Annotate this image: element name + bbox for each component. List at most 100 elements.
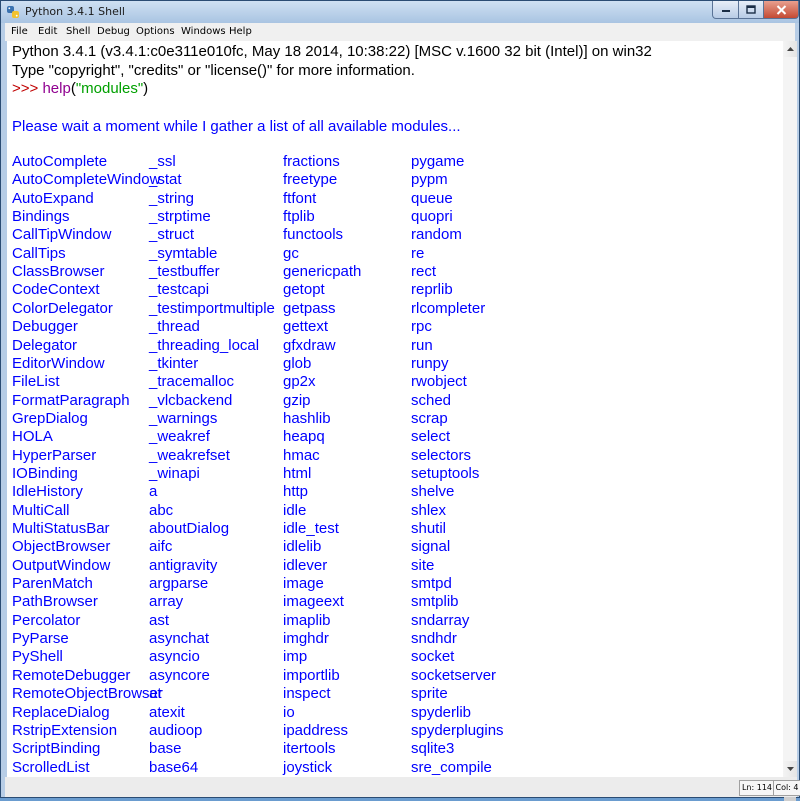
module-name: AutoComplete <box>12 153 108 170</box>
module-name: audioop <box>149 721 203 739</box>
module-name: queue <box>411 189 453 207</box>
module-name: IdleHistory <box>12 483 83 501</box>
menu-help[interactable]: Help <box>229 26 252 37</box>
module-name: signal <box>411 538 451 556</box>
module-name: FileList <box>12 373 60 391</box>
module-name: selectors <box>411 446 472 464</box>
module-name: antigravity <box>149 556 218 574</box>
module-name: ipaddress <box>283 721 349 739</box>
module-name: _thread <box>149 318 200 336</box>
line-number-indicator: Ln: 114 <box>739 780 775 796</box>
module-name: ast <box>149 611 170 629</box>
scroll-down-icon <box>786 767 794 771</box>
module-name: asyncio <box>149 648 200 666</box>
menu-file[interactable]: File <box>11 26 28 37</box>
module-name: EditorWindow <box>12 354 105 372</box>
module-name: reprlib <box>411 281 453 299</box>
module-name: scrap <box>411 409 448 427</box>
module-name: sndhdr <box>411 630 457 648</box>
module-name: quopri <box>411 208 453 226</box>
module-name: ObjectBrowser <box>12 538 111 556</box>
menu-shell[interactable]: Shell <box>66 26 90 37</box>
module-name: CodeContext <box>12 281 100 299</box>
minimize-button[interactable] <box>712 1 739 19</box>
module-name: _stat <box>149 171 182 189</box>
title-bar[interactable]: Python 3.4.1 Shell <box>1 1 799 23</box>
module-name: AutoExpand <box>12 189 94 207</box>
module-name: shelve <box>411 483 455 501</box>
module-name: ParenMatch <box>12 575 93 593</box>
module-name: getpass <box>283 299 336 317</box>
shell-prompt: >>> <box>12 80 39 97</box>
menu-bar: File Edit Shell Debug Options Windows He… <box>5 23 795 41</box>
module-name: argparse <box>149 575 209 593</box>
module-name: functools <box>283 226 344 244</box>
module-name: gzip <box>283 391 311 409</box>
menu-options[interactable]: Options <box>136 26 175 37</box>
close-button[interactable] <box>763 1 799 19</box>
module-name: Delegator <box>12 336 78 354</box>
module-name: asyncore <box>149 666 210 684</box>
wait-message: Please wait a moment while I gather a li… <box>12 118 461 135</box>
module-name: asynchat <box>149 630 210 648</box>
module-name: GrepDialog <box>12 409 88 427</box>
maximize-icon <box>746 5 756 14</box>
module-name: _string <box>149 189 195 207</box>
module-name: a <box>149 483 158 501</box>
module-name: imghdr <box>283 630 329 648</box>
module-name: heapq <box>283 428 325 446</box>
module-name: imageext <box>283 593 344 611</box>
idle-shell-window: Python 3.4.1 Shell File Edit Shell Debug… <box>0 0 800 801</box>
module-name: _warnings <box>149 409 218 427</box>
menu-windows[interactable]: Windows <box>181 26 226 37</box>
module-name: rwobject <box>411 373 467 391</box>
module-name: idle <box>283 501 307 519</box>
module-name: _struct <box>149 226 195 244</box>
module-name: idle_test <box>283 520 339 537</box>
module-name: _testimportmultiple <box>149 299 275 317</box>
module-name: run <box>411 336 433 354</box>
module-name: random <box>411 226 462 244</box>
menu-debug[interactable]: Debug <box>97 26 130 37</box>
module-name: idlelib <box>283 538 322 556</box>
module-name: _tkinter <box>149 354 199 372</box>
module-name: base64 <box>149 758 199 776</box>
module-name: sched <box>411 391 452 409</box>
module-name: AutoCompleteWindow <box>12 171 161 189</box>
module-name: io <box>283 703 295 721</box>
banner-line-1: Python 3.4.1 (v3.4.1:c0e311e010fc, May 1… <box>12 43 652 60</box>
module-name: Bindings <box>12 208 70 226</box>
module-name: MultiCall <box>12 501 70 519</box>
module-name: aifc <box>149 538 173 556</box>
scroll-up-button[interactable] <box>783 41 797 57</box>
maximize-button[interactable] <box>738 1 764 19</box>
module-name: hashlib <box>283 409 331 427</box>
module-name: rlcompleter <box>411 299 486 317</box>
module-name: freetype <box>283 171 338 189</box>
module-name: rpc <box>411 318 432 336</box>
scroll-down-button[interactable] <box>783 761 797 777</box>
module-name: array <box>149 593 184 611</box>
module-name: pygame <box>411 153 465 170</box>
shell-text-area[interactable]: Python 3.4.1 (v3.4.1:c0e311e010fc, May 1… <box>7 41 783 777</box>
column-number-indicator: Col: 4 <box>773 780 800 796</box>
minimize-icon <box>721 9 730 12</box>
vertical-scrollbar[interactable] <box>783 41 797 801</box>
module-name: _symtable <box>149 244 218 262</box>
module-name: _winapi <box>149 464 200 482</box>
module-name: base <box>149 740 182 758</box>
module-name: _weakref <box>149 428 210 446</box>
command-close-paren: ) <box>143 80 149 97</box>
module-name: imaplib <box>283 611 331 629</box>
menu-edit[interactable]: Edit <box>38 26 57 37</box>
banner-line-2: Type "copyright", "credits" or "license(… <box>12 62 415 79</box>
scroll-up-icon <box>786 47 794 51</box>
module-name: sprite <box>411 685 448 703</box>
close-icon <box>776 4 786 15</box>
module-name: gettext <box>283 318 329 336</box>
module-name: inspect <box>283 685 331 703</box>
module-name: sndarray <box>411 611 470 629</box>
module-name: imp <box>283 648 308 666</box>
module-name: smtpd <box>411 575 452 593</box>
module-name: shlex <box>411 501 447 519</box>
